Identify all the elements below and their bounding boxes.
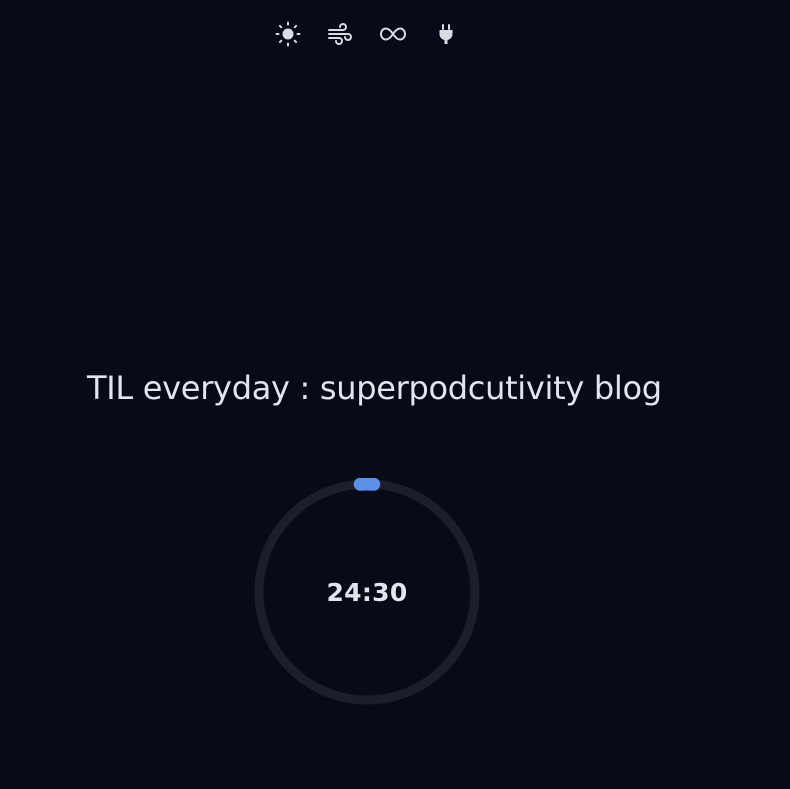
wind-icon — [327, 21, 353, 47]
toolbar — [262, 20, 472, 48]
plug-icon — [433, 21, 459, 47]
task-title: TIL everyday : superpodcutivity blog — [87, 369, 662, 407]
theme-toggle-button[interactable] — [274, 20, 302, 48]
timer: 24:30 — [253, 478, 481, 706]
sun-icon — [275, 21, 301, 47]
integrations-button[interactable] — [432, 20, 460, 48]
repeat-mode-button[interactable] — [379, 20, 407, 48]
infinity-icon — [379, 21, 407, 47]
timer-display: 24:30 — [326, 577, 408, 607]
ambient-sound-button[interactable] — [326, 20, 354, 48]
